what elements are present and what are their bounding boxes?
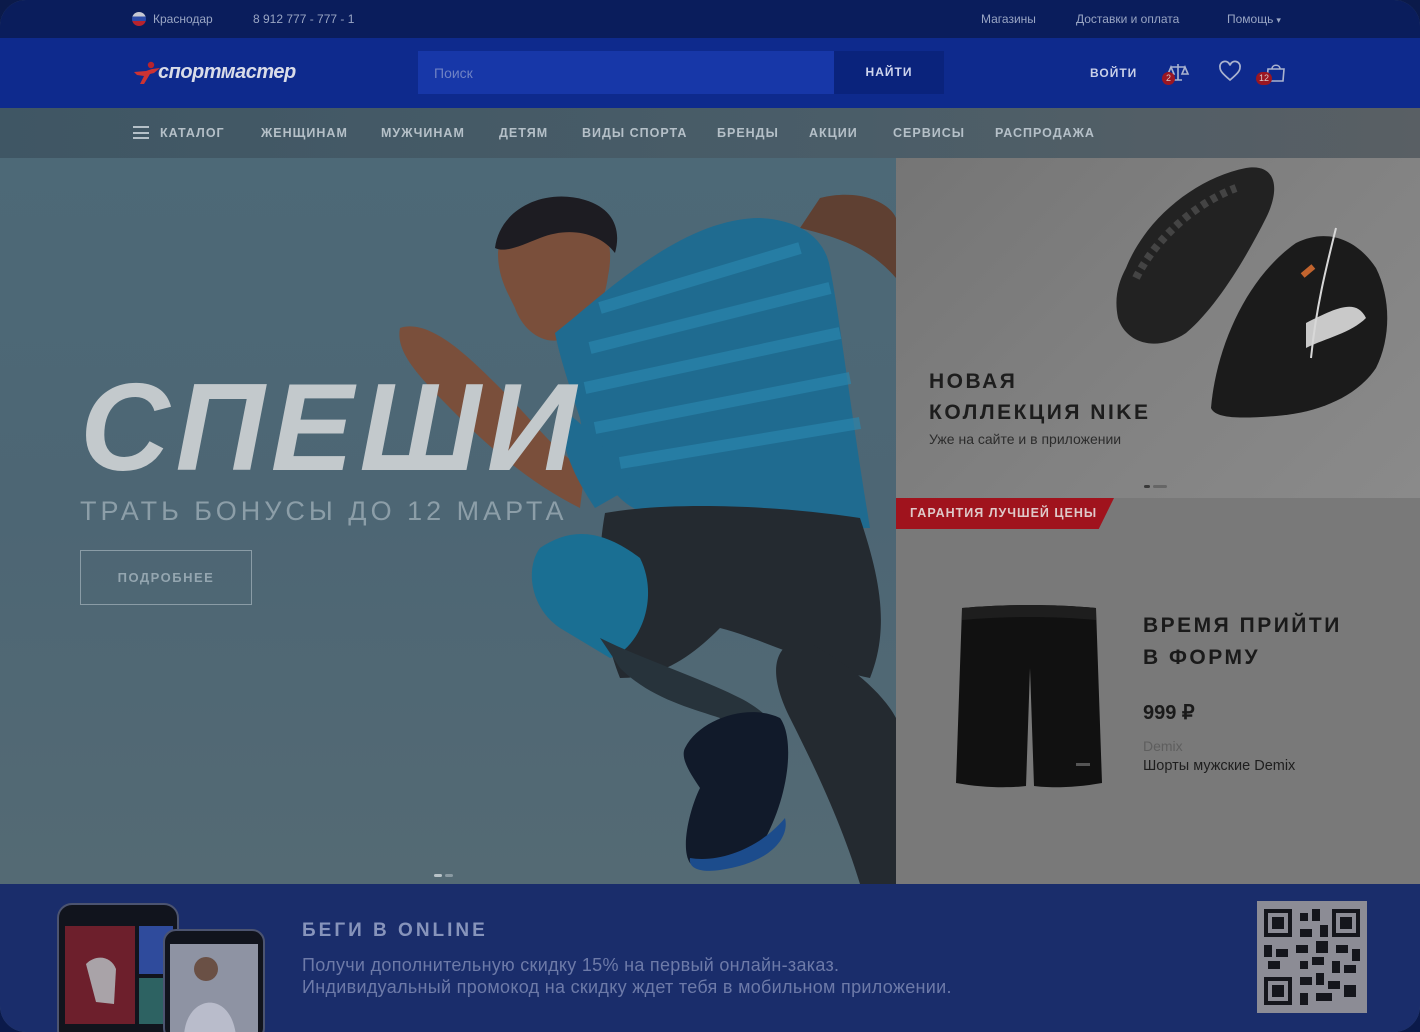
best-price-badge: ГАРАНТИЯ ЛУЧШЕЙ ЦЕНЫ <box>896 498 1114 529</box>
product-card[interactable]: ГАРАНТИЯ ЛУЧШЕЙ ЦЕНЫ ВРЕМЯ ПРИЙТИ В ФОРМ… <box>896 498 1420 884</box>
product-brand[interactable]: Demix <box>1143 738 1183 754</box>
hero-more-button[interactable]: ПОДРОБНЕЕ <box>80 550 252 605</box>
nav-item-brands[interactable]: БРЕНДЫ <box>717 126 779 140</box>
top-utility-bar: Краснодар 8 912 777 - 777 - 1 Магазины Д… <box>0 0 1420 38</box>
promo-title: НОВАЯ КОЛЛЕКЦИЯ NIKE <box>929 366 1150 428</box>
stores-link[interactable]: Магазины <box>981 12 1036 26</box>
hero-banner[interactable]: СПЕШИ ТРАТЬ БОНУСЫ ДО 12 МАРТА ПОДРОБНЕЕ <box>0 158 896 884</box>
delivery-link[interactable]: Доставки и оплата <box>1076 12 1179 26</box>
nav-item-catalog[interactable]: КАТАЛОГ <box>160 126 225 140</box>
phone-mockups-image <box>57 903 265 1032</box>
card-title: ВРЕМЯ ПРИЙТИ В ФОРМУ <box>1143 610 1342 674</box>
chevron-down-icon: ▾ <box>1276 15 1281 25</box>
hero-carousel-dots[interactable] <box>434 864 456 877</box>
cart-button[interactable]: 12 <box>1256 60 1288 86</box>
russia-flag-icon <box>132 12 146 26</box>
phone-number[interactable]: 8 912 777 - 777 - 1 <box>253 12 354 26</box>
sneakers-image <box>1116 167 1388 418</box>
card-title-line1: ВРЕМЯ ПРИЙТИ <box>1143 614 1342 637</box>
nav-item-sale[interactable]: РАСПРОДАЖА <box>995 126 1095 140</box>
compare-count-badge: 2 <box>1162 72 1175 85</box>
nav-item-services[interactable]: СЕРВИСЫ <box>893 126 965 140</box>
promo-carousel-dots[interactable] <box>1144 475 1170 488</box>
logo-text: спортмастер <box>158 61 296 83</box>
heart-icon <box>1219 60 1241 82</box>
product-name[interactable]: Шорты мужские Demix <box>1143 758 1295 774</box>
card-title-line2: В ФОРМУ <box>1143 646 1261 669</box>
page-frame: Краснодар 8 912 777 - 777 - 1 Магазины Д… <box>0 0 1420 1032</box>
city-selector[interactable]: Краснодар <box>153 12 213 26</box>
promo-title-line2: КОЛЛЕКЦИЯ NIKE <box>929 401 1151 424</box>
hero-title: СПЕШИ <box>80 359 583 497</box>
app-banner-text: Получи дополнительную скидку 15% на перв… <box>302 954 952 998</box>
search-input[interactable]: Поиск <box>418 51 834 94</box>
mobile-app-banner[interactable]: БЕГИ В ONLINE Получи дополнительную скид… <box>0 884 1420 1032</box>
category-nav: КАТАЛОГ ЖЕНЩИНАМ МУЖЧИНАМ ДЕТЯМ ВИДЫ СПО… <box>0 108 1420 158</box>
qr-code-pattern <box>1264 909 1360 1005</box>
app-banner-line2: Индивидуальный промокод на скидку ждет т… <box>302 977 952 997</box>
logo[interactable]: спортмастер <box>132 58 322 88</box>
compare-button[interactable]: 2 <box>1162 60 1191 86</box>
nav-item-promotions[interactable]: АКЦИИ <box>809 126 858 140</box>
main-header: спортмастер Поиск НАЙТИ ВОЙТИ 2 12 <box>0 38 1420 108</box>
nav-item-sports[interactable]: ВИДЫ СПОРТА <box>582 126 687 140</box>
nav-item-men[interactable]: МУЖЧИНАМ <box>381 126 465 140</box>
qr-code-icon[interactable] <box>1257 901 1367 1013</box>
promo-text: Уже на сайте и в приложении <box>929 431 1122 447</box>
nike-promo-banner[interactable]: НОВАЯ КОЛЛЕКЦИЯ NIKE Уже на сайте и в пр… <box>896 158 1420 498</box>
help-menu[interactable]: Помощь ▾ <box>1227 12 1281 26</box>
app-banner-title: БЕГИ В ONLINE <box>302 920 488 941</box>
hero-subtitle: ТРАТЬ БОНУСЫ ДО 12 МАРТА <box>80 496 568 526</box>
nav-item-women[interactable]: ЖЕНЩИНАМ <box>261 126 348 140</box>
favorites-button[interactable] <box>1218 60 1244 86</box>
product-price: 999 ₽ <box>1143 702 1195 724</box>
login-link[interactable]: ВОЙТИ <box>1090 66 1137 80</box>
app-banner-line1: Получи дополнительную скидку 15% на перв… <box>302 955 840 975</box>
promo-title-line1: НОВАЯ <box>929 370 1018 393</box>
shorts-image <box>956 605 1102 788</box>
help-label: Помощь <box>1227 12 1274 26</box>
cart-count-badge: 12 <box>1256 72 1273 85</box>
search-button[interactable]: НАЙТИ <box>834 51 944 94</box>
menu-icon[interactable] <box>133 126 149 139</box>
nav-item-kids[interactable]: ДЕТЯМ <box>499 126 548 140</box>
